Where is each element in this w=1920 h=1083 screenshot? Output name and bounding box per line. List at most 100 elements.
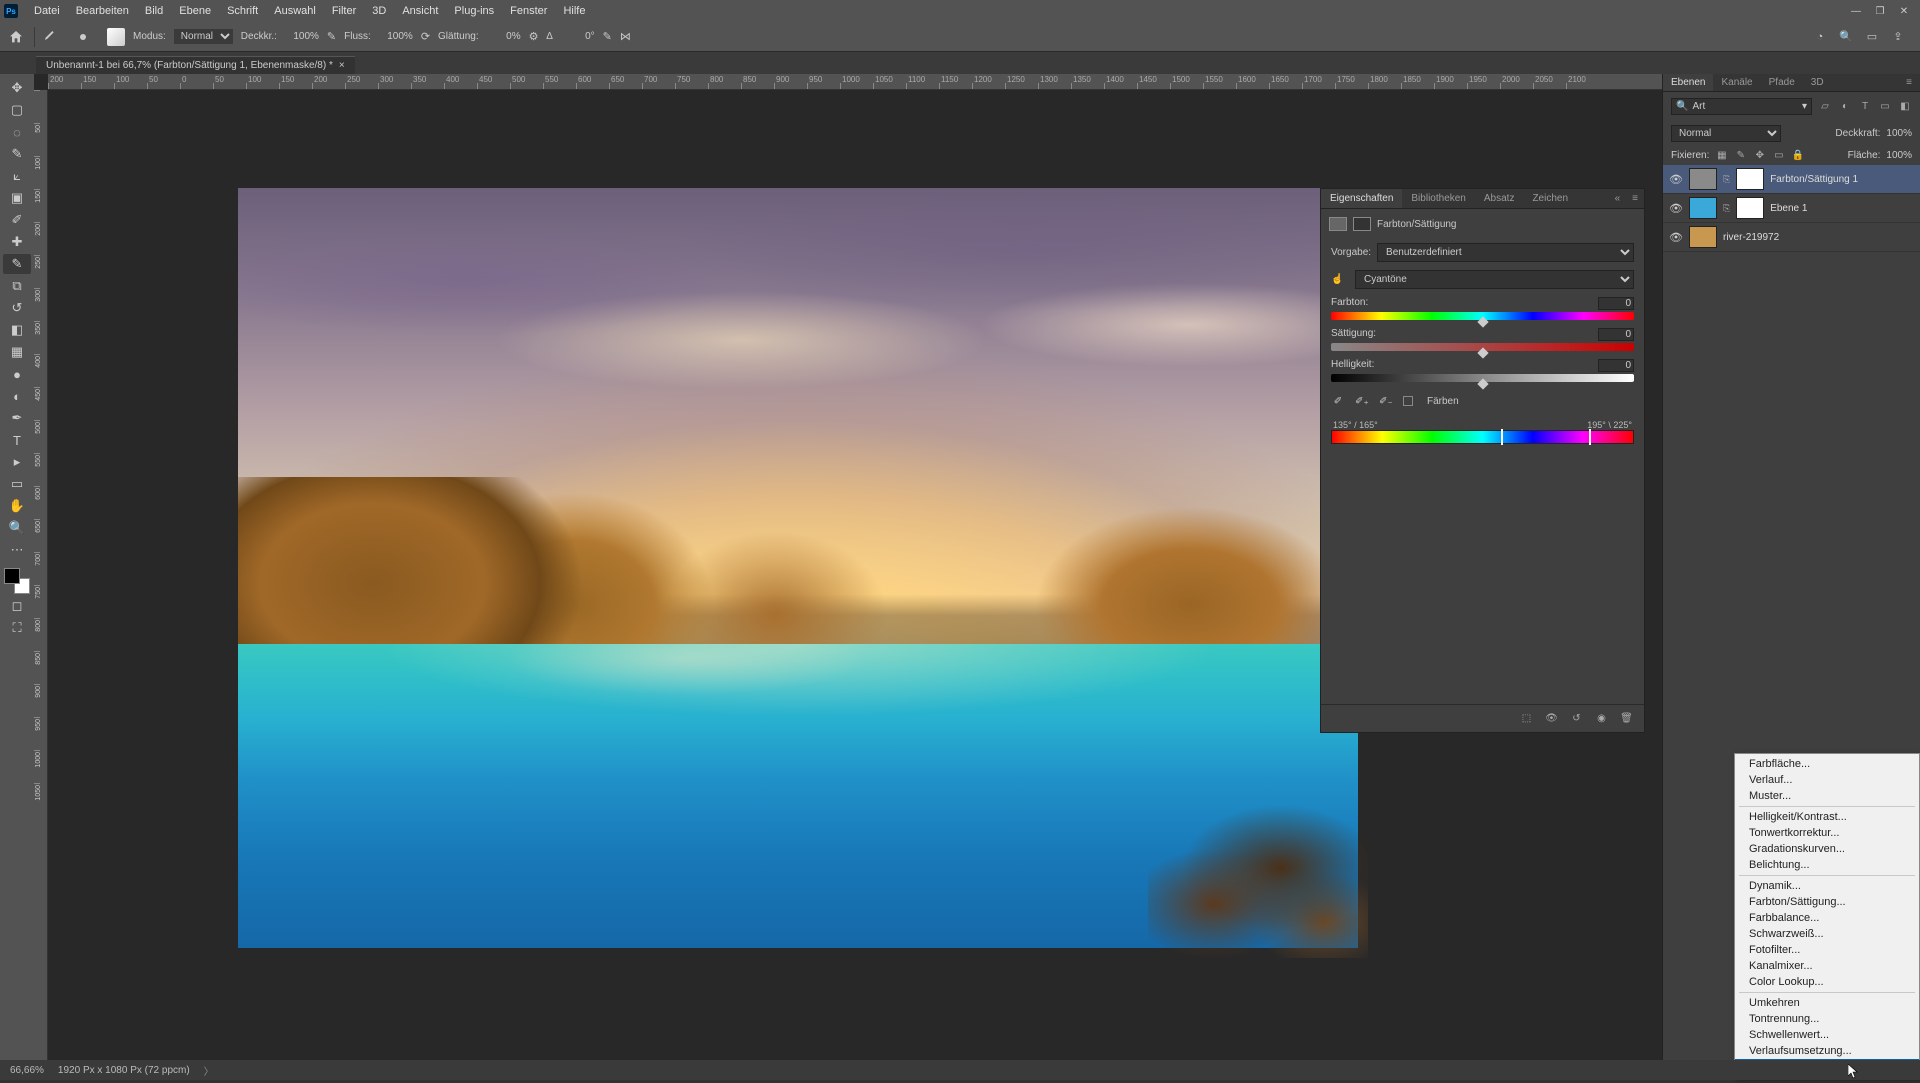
symmetry-icon[interactable]: ⋈: [620, 30, 631, 43]
menu-item[interactable]: Color Lookup...: [1735, 974, 1919, 990]
quickmask-icon[interactable]: ◻: [3, 596, 31, 616]
layer-row[interactable]: 👁river-219972: [1663, 223, 1920, 252]
layer-row[interactable]: 👁 ⎘ Farbton/Sättigung 1: [1663, 165, 1920, 194]
zoom-tool[interactable]: 🔍: [3, 518, 31, 538]
collapse-panel-icon[interactable]: «: [1609, 189, 1627, 208]
menu-ebene[interactable]: Ebene: [171, 5, 219, 17]
menu-bild[interactable]: Bild: [137, 5, 171, 17]
workspace-icon[interactable]: ▭: [1864, 29, 1880, 45]
frame-tool[interactable]: ▣: [3, 188, 31, 208]
layer-filter-field[interactable]: 🔍 Art ▾: [1671, 98, 1812, 115]
menu-item[interactable]: Belichtung...: [1735, 857, 1919, 873]
link-icon[interactable]: ⎘: [1723, 203, 1730, 214]
home-icon[interactable]: [6, 27, 26, 47]
filter-shape-icon[interactable]: ▭: [1878, 100, 1892, 114]
color-swatches[interactable]: [4, 568, 30, 594]
tab-channels[interactable]: Kanäle: [1713, 74, 1760, 91]
menu-item[interactable]: Tontrennung...: [1735, 1011, 1919, 1027]
pen-tool[interactable]: ✒: [3, 408, 31, 428]
tab-paths[interactable]: Pfade: [1761, 74, 1803, 91]
menu-datei[interactable]: Datei: [26, 5, 68, 17]
menu-item[interactable]: Gradationskurven...: [1735, 841, 1919, 857]
lock-move-icon[interactable]: ✥: [1753, 149, 1766, 162]
move-tool[interactable]: ✥: [3, 78, 31, 98]
layer-thumbnail[interactable]: [1689, 168, 1717, 190]
eyedropper-add-icon[interactable]: ✐₊: [1355, 394, 1369, 408]
hand-tool[interactable]: ✋: [3, 496, 31, 516]
history-brush-tool[interactable]: ↺: [3, 298, 31, 318]
eyedropper-sub-icon[interactable]: ✐₋: [1379, 394, 1393, 408]
fill-value[interactable]: 100%: [1886, 150, 1912, 161]
airbrush-icon[interactable]: ⟳: [421, 30, 430, 43]
mask-thumbnail[interactable]: [1736, 168, 1764, 190]
angle-value[interactable]: 0°: [561, 31, 595, 42]
close-window-button[interactable]: ✕: [1892, 1, 1916, 21]
tab-properties[interactable]: Eigenschaften: [1321, 189, 1402, 208]
menu-hilfe[interactable]: Hilfe: [555, 5, 593, 17]
saturation-slider[interactable]: [1331, 343, 1634, 351]
link-icon[interactable]: ⎘: [1723, 174, 1730, 185]
brush-preview[interactable]: [67, 25, 99, 49]
layers-menu-icon[interactable]: ≡: [1898, 74, 1920, 91]
visibility-icon[interactable]: 👁: [1669, 202, 1683, 215]
tab-3d[interactable]: 3D: [1803, 74, 1832, 91]
tab-paragraph[interactable]: Absatz: [1475, 189, 1524, 208]
menu-auswahl[interactable]: Auswahl: [266, 5, 324, 17]
smoothing-settings-icon[interactable]: ⚙: [529, 30, 539, 43]
menu-item[interactable]: Dynamik...: [1735, 878, 1919, 894]
lasso-tool[interactable]: ◌: [3, 122, 31, 142]
menu-item[interactable]: Verlaufsumsetzung...: [1735, 1043, 1919, 1059]
type-tool[interactable]: T: [3, 430, 31, 450]
lightness-slider[interactable]: [1331, 374, 1634, 382]
lock-pixels-icon[interactable]: ▦: [1715, 149, 1728, 162]
zoom-level[interactable]: 66,66%: [10, 1065, 44, 1076]
blur-tool[interactable]: ●: [3, 364, 31, 384]
menu-filter[interactable]: Filter: [324, 5, 364, 17]
menu-fenster[interactable]: Fenster: [502, 5, 555, 17]
menu-item[interactable]: Verlauf...: [1735, 772, 1919, 788]
menu-item[interactable]: Schwarzweiß...: [1735, 926, 1919, 942]
toggle-visibility-icon[interactable]: 👁: [1544, 711, 1559, 726]
status-chevron-icon[interactable]: 〉: [204, 1063, 214, 1078]
menu-item[interactable]: Kanalmixer...: [1735, 958, 1919, 974]
layer-blend-select[interactable]: Normal: [1671, 125, 1781, 142]
filter-adjust-icon[interactable]: ◐: [1838, 100, 1852, 114]
panel-menu-icon[interactable]: ≡: [1626, 189, 1644, 208]
tab-layers[interactable]: Ebenen: [1663, 74, 1713, 91]
menu-bearbeiten[interactable]: Bearbeiten: [68, 5, 137, 17]
quick-select-tool[interactable]: ✎: [3, 144, 31, 164]
menu-plug-ins[interactable]: Plug-ins: [446, 5, 502, 17]
gradient-tool[interactable]: ▦: [3, 342, 31, 362]
eyedropper-icon[interactable]: ✐: [1331, 394, 1345, 408]
menu-3d[interactable]: 3D: [364, 5, 394, 17]
edit-toolbar-icon[interactable]: ⋯: [3, 540, 31, 560]
layer-row[interactable]: 👁⎘Ebene 1: [1663, 194, 1920, 223]
shape-tool[interactable]: ▭: [3, 474, 31, 494]
filter-type-icon[interactable]: T: [1858, 100, 1872, 114]
hue-range-bar[interactable]: [1331, 430, 1634, 444]
document-tab[interactable]: Unbenannt-1 bei 66,7% (Farbton/Sättigung…: [36, 56, 355, 74]
share-icon[interactable]: ⇪: [1890, 29, 1906, 45]
menu-ansicht[interactable]: Ansicht: [394, 5, 446, 17]
menu-item[interactable]: Farbfläche...: [1735, 756, 1919, 772]
preset-select[interactable]: Benutzerdefiniert: [1377, 243, 1634, 262]
minimize-button[interactable]: —: [1844, 1, 1868, 21]
layer-thumbnail[interactable]: [1689, 226, 1717, 248]
menu-schrift[interactable]: Schrift: [219, 5, 266, 17]
menu-item[interactable]: Fotofilter...: [1735, 942, 1919, 958]
layer-name[interactable]: Farbton/Sättigung 1: [1770, 174, 1914, 185]
layer-name[interactable]: river-219972: [1723, 232, 1914, 243]
filter-image-icon[interactable]: ▱: [1818, 100, 1832, 114]
crop-tool[interactable]: ⟀: [3, 166, 31, 186]
maximize-button[interactable]: ❐: [1868, 1, 1892, 21]
visibility-icon[interactable]: 👁: [1669, 173, 1683, 186]
tab-libraries[interactable]: Bibliotheken: [1402, 189, 1474, 208]
opacity-value[interactable]: 100%: [285, 31, 319, 42]
blend-mode-select[interactable]: Normal: [174, 29, 233, 44]
search-icon[interactable]: 🔍: [1838, 29, 1854, 45]
brush-tool-icon[interactable]: [43, 27, 59, 46]
saturation-value[interactable]: 0: [1598, 328, 1634, 341]
layer-thumbnail[interactable]: [1689, 197, 1717, 219]
hue-slider[interactable]: [1331, 312, 1634, 320]
menu-item[interactable]: Farbton/Sättigung...: [1735, 894, 1919, 910]
